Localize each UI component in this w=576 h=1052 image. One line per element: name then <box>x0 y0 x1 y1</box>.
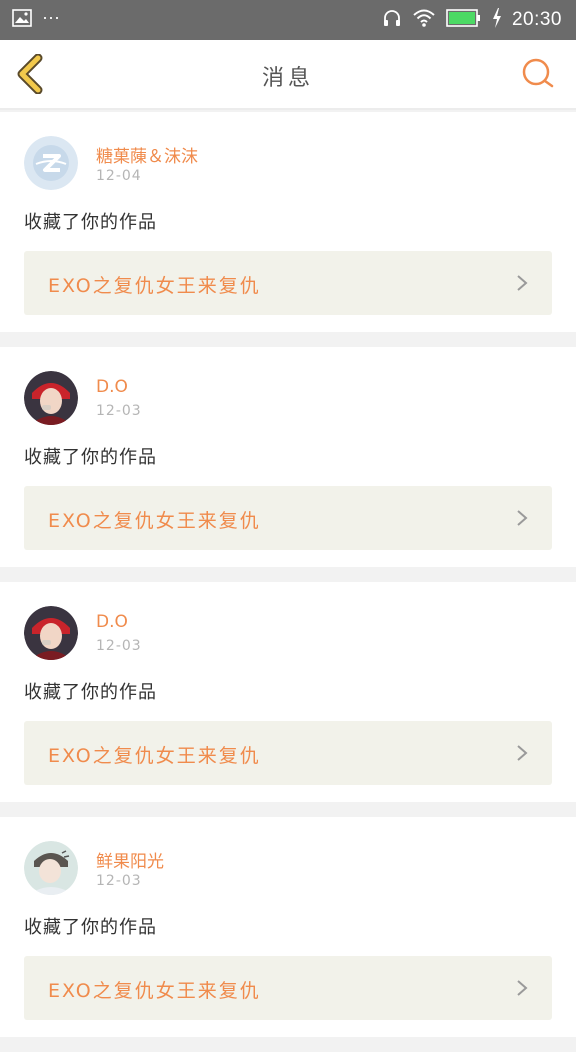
action-text: 收藏了你的作品 <box>24 447 157 468</box>
notification-list: 糖菓蔯＆沫沫 12-04 收藏了你的作品 EXO之复仇女王来复仇 D.O 12-… <box>0 112 576 1052</box>
search-button[interactable] <box>520 56 556 92</box>
notification-date: 12-04 <box>96 168 142 184</box>
image-icon <box>12 8 32 32</box>
notification-date: 12-03 <box>96 638 142 654</box>
notification-card: D.O 12-03 收藏了你的作品 EXO之复仇女王来复仇 <box>0 347 576 567</box>
chevron-right-icon <box>517 510 528 526</box>
action-text: 收藏了你的作品 <box>24 682 157 703</box>
battery-icon <box>446 8 482 32</box>
user-name[interactable]: 鲜果阳光 <box>96 847 164 872</box>
work-link[interactable]: EXO之复仇女王来复仇 <box>24 251 552 315</box>
avatar[interactable] <box>24 841 78 895</box>
qq-default-avatar-icon <box>24 136 78 190</box>
action-text: 收藏了你的作品 <box>24 212 157 233</box>
work-link[interactable]: EXO之复仇女王来复仇 <box>24 721 552 785</box>
user-photo-avatar-icon <box>24 371 78 425</box>
status-bar: ··· 20:30 <box>0 0 576 40</box>
user-photo-avatar-icon <box>24 606 78 660</box>
status-time: 20:30 <box>511 9 562 30</box>
work-link[interactable]: EXO之复仇女王来复仇 <box>24 486 552 550</box>
page-title: 消息 <box>261 66 314 91</box>
more-dots-icon: ··· <box>42 7 60 27</box>
chevron-right-icon <box>517 980 528 996</box>
avatar[interactable] <box>24 606 78 660</box>
action-text: 收藏了你的作品 <box>24 917 157 938</box>
user-name[interactable]: D.O <box>96 612 128 632</box>
header: 消息 <box>0 40 576 110</box>
notification-card: D.O 12-03 收藏了你的作品 EXO之复仇女王来复仇 <box>0 582 576 802</box>
notification-card: 糖菓蔯＆沫沫 12-04 收藏了你的作品 EXO之复仇女王来复仇 <box>0 112 576 332</box>
user-photo-avatar-icon <box>24 841 78 895</box>
chevron-right-icon <box>517 745 528 761</box>
work-title: EXO之复仇女王来复仇 <box>48 510 261 532</box>
notification-date: 12-03 <box>96 873 142 889</box>
wifi-icon <box>412 8 436 33</box>
charging-icon <box>492 7 502 33</box>
notification-card: 鲜果阳光 12-03 收藏了你的作品 EXO之复仇女王来复仇 <box>0 817 576 1037</box>
avatar[interactable] <box>24 136 78 190</box>
work-title: EXO之复仇女王来复仇 <box>48 980 261 1002</box>
headphones-icon <box>382 8 402 33</box>
status-bar-right: 20:30 <box>382 7 562 33</box>
status-bar-left: ··· <box>12 7 60 32</box>
search-icon <box>520 58 556 96</box>
user-name[interactable]: D.O <box>96 377 128 397</box>
work-title: EXO之复仇女王来复仇 <box>48 745 261 767</box>
user-name[interactable]: 糖菓蔯＆沫沫 <box>96 142 198 167</box>
chevron-right-icon <box>517 275 528 291</box>
work-title: EXO之复仇女王来复仇 <box>48 275 261 297</box>
work-link[interactable]: EXO之复仇女王来复仇 <box>24 956 552 1020</box>
notification-date: 12-03 <box>96 403 142 419</box>
avatar[interactable] <box>24 371 78 425</box>
